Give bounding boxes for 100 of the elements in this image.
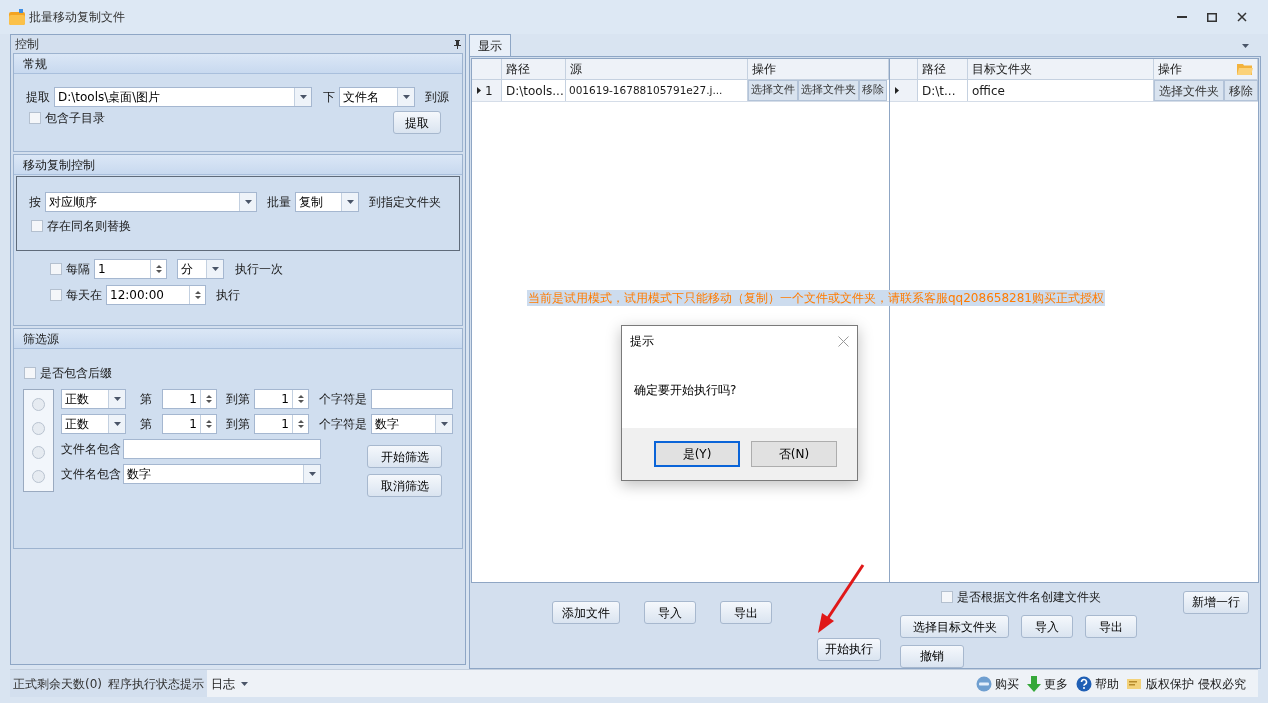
column-header[interactable]: 操作	[748, 59, 889, 79]
checkbox[interactable]	[50, 263, 62, 275]
status-link[interactable]: 帮助	[1076, 674, 1120, 693]
caret-icon	[244, 200, 252, 204]
field-label: 文件名包含	[61, 466, 121, 483]
row-action-button[interactable]: 选择文件夹	[1154, 80, 1224, 101]
row-action-button[interactable]: 移除	[859, 80, 887, 101]
radio-button[interactable]	[32, 470, 45, 483]
status-text: 程序执行状态提示	[107, 675, 205, 693]
tab[interactable]: 显示	[469, 34, 511, 56]
combo-box[interactable]: 正数	[61, 414, 126, 434]
spin-box[interactable]: 1	[254, 389, 309, 409]
combo-box[interactable]: 数字	[123, 464, 321, 484]
target-action-button[interactable]: 选择目标文件夹	[900, 615, 1009, 638]
dialog-message: 确定要开始执行吗?	[634, 382, 737, 399]
source-action-button[interactable]: 添加文件	[552, 601, 620, 624]
field-label: 到第	[226, 391, 250, 408]
minimize-icon[interactable]	[1177, 16, 1187, 18]
caret-icon	[241, 681, 248, 686]
combo-box[interactable]: D:\tools\桌面\图片	[54, 87, 312, 107]
spin-box[interactable]: 1	[254, 414, 309, 434]
combo-box[interactable]: 复制	[295, 192, 359, 212]
dialog-button[interactable]: 是(Y)	[654, 441, 740, 467]
caret-icon	[402, 95, 410, 99]
checkbox[interactable]	[29, 112, 41, 124]
buy-now-icon	[976, 675, 993, 692]
down-arrow-icon	[1027, 675, 1042, 692]
spin-arrows-icon	[205, 394, 212, 404]
extract-button[interactable]: 提取	[393, 111, 441, 134]
help-icon	[1076, 675, 1093, 692]
radio-button[interactable]	[32, 398, 45, 411]
dialog-button[interactable]: 否(N)	[751, 441, 837, 467]
spin-box[interactable]: 12:00:00	[106, 285, 206, 305]
field-label: 个字符是	[319, 391, 367, 408]
row-action-button[interactable]: 选择文件夹	[798, 80, 859, 101]
pin-icon[interactable]	[454, 39, 461, 49]
combo-box[interactable]: 分	[177, 259, 224, 279]
checkbox-label: 是否包含后缀	[40, 365, 112, 382]
checkbox[interactable]	[941, 591, 953, 603]
caret-icon	[299, 95, 307, 99]
checkbox-label: 包含子目录	[45, 110, 105, 127]
row-action-button[interactable]: 选择文件	[748, 80, 798, 101]
source-action-button[interactable]: 导入	[644, 601, 696, 624]
filter-button[interactable]: 开始筛选	[367, 445, 442, 468]
column-header[interactable]: 源	[566, 59, 748, 79]
checkbox-label: 存在同名则替换	[47, 218, 131, 235]
column-header[interactable]: 路径	[922, 60, 946, 78]
field-label: 批量	[267, 194, 291, 211]
undo-button[interactable]: 撤销	[900, 644, 964, 668]
folder-icon[interactable]	[1237, 63, 1253, 75]
checkbox[interactable]	[50, 289, 62, 301]
field-label: 每天在	[66, 287, 102, 304]
start-button[interactable]: 开始执行	[817, 637, 881, 661]
field-label: 每隔	[66, 261, 90, 278]
trial-notice: 当前是试用模式，试用模式下只能移动（复制）一个文件或文件夹，请联系客服qq208658281购买正式授权	[527, 290, 1105, 306]
radio-button[interactable]	[32, 446, 45, 459]
spin-arrows-icon	[297, 419, 304, 429]
status-link[interactable]: 购买	[976, 674, 1020, 693]
radio-button[interactable]	[32, 422, 45, 435]
column-header[interactable]: 目标文件夹	[972, 60, 1032, 78]
certificate-icon	[1127, 676, 1144, 691]
target-action-button[interactable]: 导出	[1085, 615, 1137, 638]
source-action-button[interactable]: 导出	[720, 601, 772, 624]
field-label: 下	[323, 89, 335, 106]
status-link[interactable]: 版权保护 侵权必究	[1127, 674, 1246, 693]
spin-box[interactable]: 1	[94, 259, 167, 279]
field-label: 第	[140, 391, 152, 408]
field-label: 执行一次	[235, 261, 283, 278]
input-field[interactable]	[371, 389, 453, 409]
field-label: 第	[140, 416, 152, 433]
spin-arrows-icon	[194, 290, 201, 300]
combo-box[interactable]: 文件名	[339, 87, 415, 107]
caret-icon	[308, 472, 316, 476]
table-cell: D:\tools...	[502, 80, 566, 101]
column-header[interactable]: 路径	[502, 59, 566, 79]
field-label: 到源	[425, 89, 449, 106]
checkbox[interactable]	[24, 367, 36, 379]
spin-box[interactable]: 1	[162, 414, 217, 434]
input-field[interactable]	[123, 439, 321, 459]
app-icon	[9, 9, 25, 25]
add-row-button[interactable]: 新增一行	[1183, 590, 1249, 614]
field-label: 文件名包含	[61, 441, 121, 458]
table-cell: D:\t...	[918, 80, 968, 101]
target-action-button[interactable]: 导入	[1021, 615, 1073, 638]
row-action-button[interactable]: 移除	[1224, 80, 1258, 101]
combo-box[interactable]: 数字	[371, 414, 453, 434]
close-icon[interactable]	[1237, 12, 1247, 22]
window-title: 批量移动复制文件	[29, 9, 125, 26]
checkbox[interactable]	[31, 220, 43, 232]
spin-box[interactable]: 1	[162, 389, 217, 409]
combo-box[interactable]: 正数	[61, 389, 126, 409]
column-header[interactable]: 操作	[1158, 60, 1182, 78]
field-label: 到第	[226, 416, 250, 433]
status-link[interactable]: 更多	[1027, 674, 1069, 693]
maximize-icon[interactable]	[1207, 12, 1217, 22]
filter-button[interactable]: 取消筛选	[367, 474, 442, 497]
field-label: 执行	[216, 287, 240, 304]
field-label: 提取	[26, 89, 50, 106]
log-menu[interactable]: 日志	[211, 674, 248, 693]
combo-box[interactable]: 对应顺序	[45, 192, 257, 212]
